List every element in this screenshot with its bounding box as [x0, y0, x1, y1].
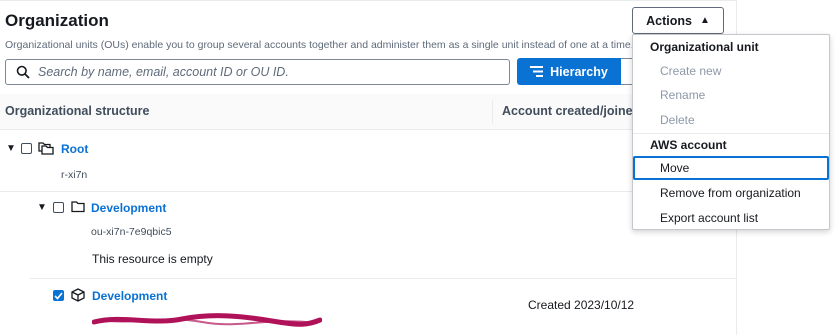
- menu-item-create-new[interactable]: Create new: [633, 59, 829, 83]
- page-title: Organization: [5, 11, 109, 30]
- redaction-scribble: [92, 313, 322, 327]
- search-box[interactable]: [5, 59, 510, 85]
- column-divider[interactable]: [492, 100, 493, 124]
- hierarchy-label: Hierarchy: [550, 64, 608, 79]
- actions-dropdown-menu: Organizational unit Create new Rename De…: [632, 34, 830, 230]
- expand-down-icon[interactable]: ▼: [6, 143, 16, 154]
- root-link[interactable]: Root: [61, 142, 88, 156]
- actions-button[interactable]: Actions ▲: [632, 7, 724, 34]
- column-header-created: Account created/joined o: [502, 104, 652, 118]
- menu-item-export-account-list[interactable]: Export account list: [633, 206, 829, 230]
- folder-stack-icon: [38, 141, 54, 155]
- root-id: r-xi7n: [61, 169, 88, 181]
- menu-item-move[interactable]: Move: [633, 156, 829, 180]
- folder-icon: [71, 200, 85, 213]
- row-divider: [30, 278, 737, 279]
- page-description: Organizational units (OUs) enable you to…: [5, 39, 634, 51]
- cube-icon: [71, 288, 85, 302]
- menu-group-header-account: AWS account: [650, 138, 727, 152]
- account-created-date: Created 2023/10/12: [528, 298, 635, 312]
- search-input[interactable]: [38, 65, 478, 79]
- menu-item-remove-from-organization[interactable]: Remove from organization: [633, 181, 829, 205]
- search-icon: [12, 61, 34, 83]
- empty-resource-message: This resource is empty: [92, 252, 213, 266]
- actions-label: Actions: [646, 13, 692, 28]
- caret-up-icon: ▲: [699, 15, 710, 26]
- check-icon: [54, 291, 63, 300]
- menu-item-rename[interactable]: Rename: [633, 83, 829, 107]
- column-header-structure: Organizational structure: [5, 104, 150, 118]
- table-header: Organizational structure Account created…: [0, 94, 737, 130]
- account-checkbox[interactable]: [53, 290, 64, 301]
- ou-development-link[interactable]: Development: [91, 201, 166, 215]
- row-divider: [0, 191, 737, 192]
- ou-checkbox[interactable]: [53, 202, 64, 213]
- menu-item-delete[interactable]: Delete: [633, 108, 829, 132]
- hierarchy-view-button[interactable]: Hierarchy: [517, 58, 621, 85]
- menu-group-header-ou: Organizational unit: [650, 40, 759, 54]
- root-checkbox[interactable]: [21, 143, 32, 154]
- organization-panel: Organization Organizational units (OUs) …: [0, 0, 737, 335]
- expand-down-icon[interactable]: ▼: [37, 202, 47, 213]
- account-development-link[interactable]: Development: [92, 289, 167, 303]
- menu-divider: [633, 133, 829, 134]
- hierarchy-icon: [530, 66, 544, 77]
- ou-id: ou-xi7n-7e9qbic5: [91, 226, 172, 238]
